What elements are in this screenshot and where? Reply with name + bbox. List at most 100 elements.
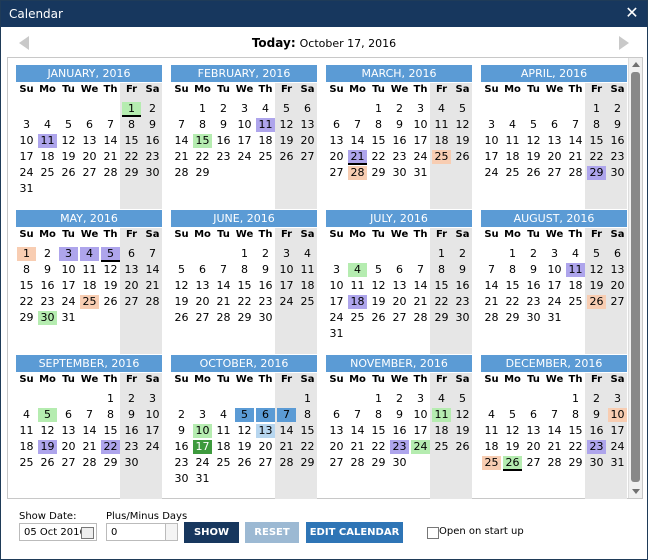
calendar-day[interactable]: 7: [214, 263, 233, 277]
calendar-day[interactable]: 22: [235, 295, 254, 309]
calendar-day[interactable]: 20: [298, 134, 317, 148]
calendar-day[interactable]: 1: [587, 102, 606, 116]
calendar-day[interactable]: 4: [214, 408, 233, 422]
calendar-day[interactable]: 29: [101, 456, 120, 470]
vertical-scrollbar[interactable]: [628, 58, 642, 498]
calendar-day[interactable]: 26: [277, 150, 296, 164]
calendar-day[interactable]: 19: [369, 295, 388, 309]
calendar-day[interactable]: 30: [38, 311, 57, 325]
calendar-day[interactable]: 4: [503, 118, 522, 132]
calendar-day[interactable]: 2: [143, 102, 162, 116]
calendar-day[interactable]: 8: [17, 263, 36, 277]
calendar-day[interactable]: 13: [122, 263, 141, 277]
calendar-day[interactable]: 7: [482, 263, 501, 277]
calendar-day[interactable]: 4: [566, 247, 585, 261]
calendar-day[interactable]: 21: [566, 150, 585, 164]
calendar-day[interactable]: 25: [256, 150, 275, 164]
calendar-day[interactable]: 27: [122, 295, 141, 309]
calendar-day[interactable]: 18: [298, 279, 317, 293]
calendar-day[interactable]: 6: [608, 247, 627, 261]
calendar-day[interactable]: 15: [587, 134, 606, 148]
calendar-day[interactable]: 12: [101, 263, 120, 277]
calendar-day[interactable]: 20: [327, 440, 346, 454]
calendar-day[interactable]: 25: [432, 150, 451, 164]
calendar-day[interactable]: 16: [122, 424, 141, 438]
show-button[interactable]: SHOW: [184, 522, 239, 543]
calendar-day[interactable]: 13: [545, 134, 564, 148]
calendar-day[interactable]: 24: [17, 166, 36, 180]
calendar-day[interactable]: 20: [59, 440, 78, 454]
calendar-day[interactable]: 7: [143, 247, 162, 261]
calendar-day[interactable]: 4: [432, 392, 451, 406]
scroll-thumb[interactable]: [631, 72, 640, 482]
calendar-day[interactable]: 28: [545, 456, 564, 470]
calendar-day[interactable]: 27: [256, 456, 275, 470]
calendar-day[interactable]: 22: [566, 440, 585, 454]
calendar-day[interactable]: 28: [214, 311, 233, 325]
calendar-day[interactable]: 31: [411, 166, 430, 180]
calendar-day[interactable]: 13: [524, 424, 543, 438]
calendar-day[interactable]: 12: [59, 134, 78, 148]
calendar-day[interactable]: 5: [38, 408, 57, 422]
calendar-day[interactable]: 2: [172, 408, 191, 422]
calendar-day[interactable]: 22: [503, 295, 522, 309]
calendar-day[interactable]: 6: [80, 118, 99, 132]
calendar-day[interactable]: 2: [390, 392, 409, 406]
calendar-day[interactable]: 5: [453, 392, 472, 406]
calendar-day[interactable]: 22: [122, 150, 141, 164]
calendar-day[interactable]: 27: [193, 311, 212, 325]
calendar-day[interactable]: 5: [101, 247, 120, 262]
calendar-day[interactable]: 10: [482, 134, 501, 148]
calendar-day[interactable]: 24: [59, 295, 78, 309]
calendar-day[interactable]: 23: [214, 150, 233, 164]
calendar-day[interactable]: 16: [608, 134, 627, 148]
calendar-day[interactable]: 18: [432, 424, 451, 438]
calendar-day[interactable]: 25: [80, 295, 99, 309]
calendar-day[interactable]: 25: [566, 295, 585, 309]
calendar-day[interactable]: 26: [524, 166, 543, 180]
calendar-day[interactable]: 5: [277, 102, 296, 116]
calendar-day[interactable]: 23: [38, 295, 57, 309]
calendar-day[interactable]: 17: [327, 295, 346, 309]
calendar-day[interactable]: 30: [172, 472, 191, 486]
calendar-day[interactable]: 15: [122, 134, 141, 148]
calendar-day[interactable]: 17: [545, 279, 564, 293]
calendar-day[interactable]: 31: [59, 311, 78, 325]
calendar-day[interactable]: 11: [566, 263, 585, 277]
calendar-day[interactable]: 6: [59, 408, 78, 422]
calendar-day[interactable]: 30: [390, 456, 409, 470]
calendar-day[interactable]: 20: [256, 440, 275, 454]
calendar-day[interactable]: 29: [369, 456, 388, 470]
calendar-day[interactable]: 15: [369, 424, 388, 438]
calendar-day[interactable]: 2: [122, 392, 141, 406]
calendar-day[interactable]: 19: [277, 134, 296, 148]
calendar-day[interactable]: 9: [587, 408, 606, 422]
calendar-day[interactable]: 19: [101, 279, 120, 293]
calendar-day[interactable]: 31: [608, 456, 627, 470]
calendar-day[interactable]: 8: [503, 263, 522, 277]
calendar-day[interactable]: 29: [566, 456, 585, 470]
calendar-day[interactable]: 21: [172, 150, 191, 164]
calendar-day[interactable]: 13: [608, 263, 627, 277]
calendar-day[interactable]: 21: [143, 279, 162, 293]
calendar-day[interactable]: 30: [587, 456, 606, 470]
calendar-day[interactable]: 23: [390, 440, 409, 454]
calendar-day[interactable]: 25: [432, 440, 451, 454]
calendar-day[interactable]: 25: [482, 456, 501, 470]
calendar-day[interactable]: 11: [503, 134, 522, 148]
calendar-day[interactable]: 31: [193, 472, 212, 486]
calendar-day[interactable]: 14: [143, 263, 162, 277]
calendar-day[interactable]: 7: [411, 263, 430, 277]
calendar-day[interactable]: 22: [587, 150, 606, 164]
calendar-day[interactable]: 26: [172, 311, 191, 325]
calendar-day[interactable]: 16: [390, 134, 409, 148]
calendar-day[interactable]: 16: [214, 134, 233, 148]
calendar-day[interactable]: 13: [80, 134, 99, 148]
calendar-day[interactable]: 30: [143, 166, 162, 180]
calendar-day[interactable]: 1: [193, 102, 212, 116]
calendar-day[interactable]: 27: [545, 166, 564, 180]
calendar-day[interactable]: 19: [235, 440, 254, 454]
calendar-day[interactable]: 10: [277, 263, 296, 277]
calendar-day[interactable]: 6: [327, 118, 346, 132]
calendar-day[interactable]: 4: [482, 408, 501, 422]
